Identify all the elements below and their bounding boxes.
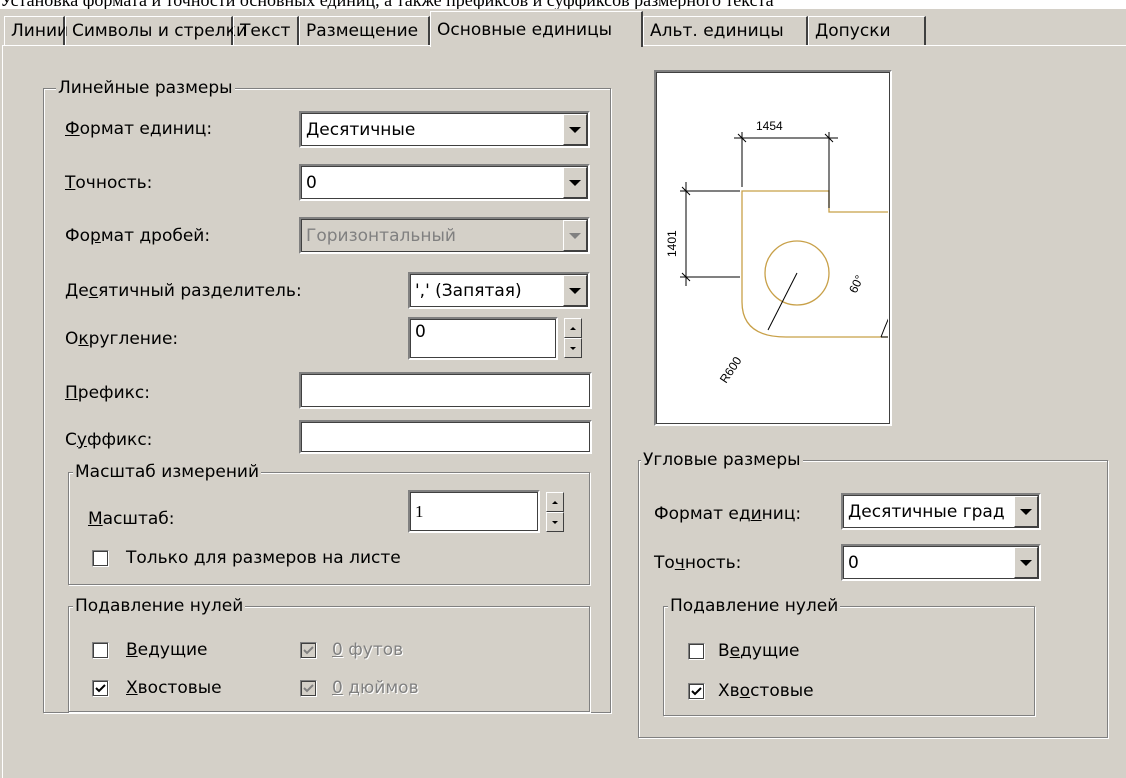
chevron-down-icon[interactable]	[1014, 547, 1038, 578]
angular-precision-select[interactable]: 0	[841, 544, 1041, 581]
scale-group-title: Масштаб измерений	[73, 461, 262, 483]
chevron-down-icon[interactable]	[1014, 496, 1038, 527]
dim-left-text: 1401	[665, 230, 679, 257]
part-outline	[741, 190, 888, 338]
round-off-value: 0	[415, 322, 426, 342]
zero-feet-label: 0 футов	[332, 640, 404, 660]
chevron-down-icon	[563, 220, 587, 251]
tab-text[interactable]: Текст	[233, 16, 299, 45]
precision-select[interactable]: 0	[299, 164, 590, 201]
angular-leading-zeros-checkbox[interactable]	[688, 643, 705, 660]
dimension-lines	[680, 132, 888, 338]
decimal-separator-label: Десятичный разделитель:	[65, 281, 302, 301]
window-caption: Установка формата и точности основных ед…	[0, 0, 1126, 9]
precision-label: Точность:	[65, 173, 153, 193]
checkmark-icon	[691, 687, 702, 696]
dim-radius-text: R600	[717, 354, 745, 386]
suffix-label: Суффикс:	[65, 430, 153, 450]
angular-leading-zeros-label: Ведущие	[718, 641, 800, 661]
zero-inches-checkbox	[300, 680, 317, 697]
scale-label: Масштаб:	[88, 509, 175, 529]
zero-group-title: Подавление нулей	[73, 595, 246, 617]
dim-top-text: 1454	[756, 119, 783, 133]
spin-down-icon[interactable]	[564, 338, 582, 358]
chevron-down-icon[interactable]	[563, 275, 587, 306]
leading-zeros-label: Ведущие	[126, 640, 208, 660]
preview-drawing: 1454 1401 60° R600	[665, 119, 888, 386]
prefix-label: Префикс:	[65, 383, 150, 403]
tab-primary-units[interactable]: Основные единицы	[430, 11, 643, 47]
tab-symbols-arrows[interactable]: Символы и стрелки	[65, 16, 247, 45]
angular-precision-value: 0	[848, 552, 859, 573]
unit-format-value: Десятичные	[306, 119, 416, 140]
chevron-down-icon[interactable]	[563, 167, 587, 198]
angular-zero-group-title: Подавление нулей	[668, 595, 841, 617]
checkmark-icon	[303, 646, 314, 655]
spin-up-icon[interactable]	[546, 492, 564, 512]
fraction-format-label: Формат дробей:	[65, 226, 211, 246]
angular-precision-label: Точность:	[654, 553, 742, 573]
tab-lines[interactable]: Линии	[4, 16, 68, 45]
checkmark-icon	[95, 684, 106, 693]
chevron-down-icon[interactable]	[563, 114, 587, 145]
angular-trailing-zeros-checkbox[interactable]	[688, 683, 705, 700]
scale-input[interactable]: 1	[408, 490, 540, 533]
layout-only-checkbox[interactable]	[92, 550, 109, 567]
leading-zeros-checkbox[interactable]	[92, 642, 109, 659]
scale-spinner[interactable]	[546, 492, 564, 532]
spin-up-icon[interactable]	[564, 318, 582, 338]
zero-feet-checkbox	[300, 642, 317, 659]
scale-value: 1	[415, 501, 424, 521]
round-off-label: Округление:	[65, 329, 179, 349]
decimal-separator-select[interactable]: ',' (Запятая)	[408, 272, 590, 309]
dim-angle-text: 60°	[846, 273, 867, 296]
angular-unit-format-value: Десятичные град	[848, 501, 1005, 522]
tab-alternate-units[interactable]: Альт. единицы	[643, 16, 808, 45]
round-off-input[interactable]: 0	[408, 317, 558, 360]
trailing-zeros-label: Хвостовые	[126, 678, 222, 698]
checkmark-icon	[303, 684, 314, 693]
spin-down-icon[interactable]	[546, 512, 564, 532]
fraction-format-value: Горизонтальный	[306, 225, 456, 246]
unit-format-select[interactable]: Десятичные	[299, 111, 590, 148]
dimension-texts: 1454 1401 60° R600	[665, 119, 867, 386]
prefix-input[interactable]	[299, 372, 592, 409]
dimension-preview: 1454 1401 60° R600	[654, 70, 892, 426]
angular-unit-format-label: Формат единиц:	[654, 504, 802, 524]
angular-trailing-zeros-label: Хвостовые	[718, 681, 814, 701]
linear-group-title: Линейные размеры	[56, 77, 235, 99]
suffix-input[interactable]	[299, 420, 592, 454]
tab-fit[interactable]: Размещение	[299, 16, 430, 45]
angular-group-title: Угловые размеры	[641, 449, 803, 471]
tab-tolerances[interactable]: Допуски	[808, 16, 926, 45]
decimal-separator-value: ',' (Запятая)	[415, 280, 522, 301]
round-off-spinner[interactable]	[564, 318, 582, 358]
precision-value: 0	[306, 172, 317, 193]
zero-inches-label: 0 дюймов	[332, 678, 419, 698]
angular-unit-format-select[interactable]: Десятичные град	[841, 493, 1041, 530]
unit-format-label: Формат единиц:	[65, 119, 213, 139]
fraction-format-select: Горизонтальный	[299, 217, 590, 254]
layout-only-label: Только для размеров на листе	[126, 548, 401, 568]
trailing-zeros-checkbox[interactable]	[92, 680, 109, 697]
